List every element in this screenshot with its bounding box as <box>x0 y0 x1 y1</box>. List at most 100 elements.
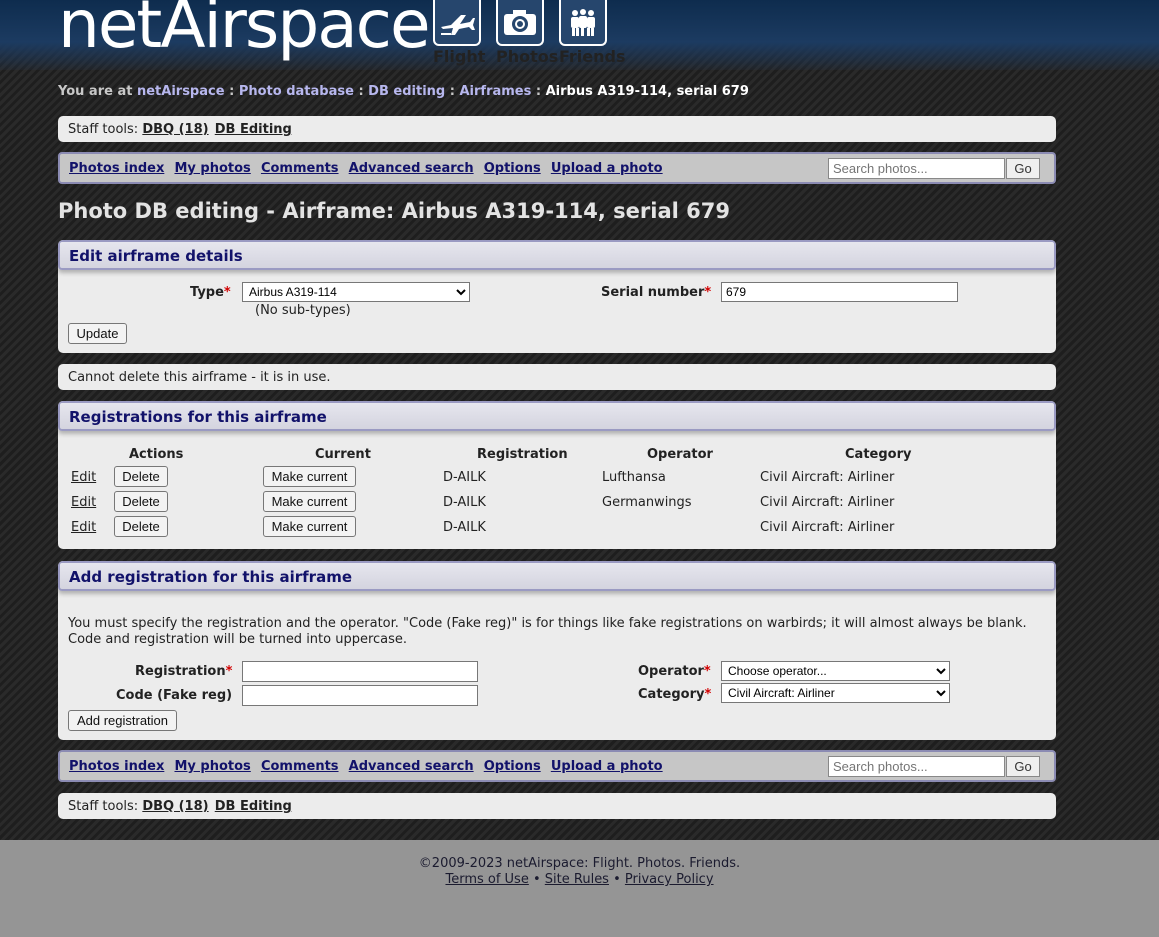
add-registration-heading: Add registration for this airframe <box>58 561 1056 591</box>
plane-icon <box>433 0 481 46</box>
serial-number-label: Serial number* <box>601 285 711 300</box>
code-fake-reg-label: Code (Fake reg) <box>116 688 233 703</box>
logo-flight-label: Flight <box>433 47 486 66</box>
add-registration-button[interactable]: Add registration <box>68 710 177 731</box>
breadcrumb-current: Airbus A319-114, serial 679 <box>545 84 749 99</box>
site-logo[interactable]: netAirspace <box>58 0 431 64</box>
col-category: Category <box>845 447 912 462</box>
type-select[interactable]: Airbus A319-114 <box>242 282 470 302</box>
operator-select[interactable]: Choose operator... <box>721 661 950 681</box>
nav-comments[interactable]: Comments <box>261 759 339 774</box>
category-label: Category* <box>638 687 711 702</box>
footer-terms-link[interactable]: Terms of Use <box>445 872 528 887</box>
serial-number-input[interactable] <box>721 282 958 302</box>
code-fake-reg-input[interactable] <box>242 685 478 706</box>
breadcrumb-sep: : <box>358 84 364 99</box>
category-select[interactable]: Civil Aircraft: Airliner <box>721 683 950 703</box>
edit-link[interactable]: Edit <box>71 520 96 535</box>
staff-db-editing-link[interactable]: DB Editing <box>215 122 292 137</box>
staff-dbq-link[interactable]: DBQ (18) <box>142 122 208 137</box>
staff-dbq-link[interactable]: DBQ (18) <box>142 799 208 814</box>
search-go-button[interactable]: Go <box>1006 158 1040 179</box>
logo-photos[interactable]: Photos <box>496 0 558 66</box>
add-help-line1: You must specify the registration and th… <box>68 616 1027 631</box>
registration-cell: D-AILK <box>443 470 486 485</box>
required-mark: * <box>223 285 231 300</box>
operator-label: Operator* <box>638 664 711 679</box>
people-icon <box>559 0 607 46</box>
delete-button[interactable]: Delete <box>114 516 168 537</box>
staff-db-editing-link[interactable]: DB Editing <box>215 799 292 814</box>
logo-flight[interactable]: Flight <box>433 0 485 66</box>
registration-input[interactable] <box>242 661 478 682</box>
operator-cell: Lufthansa <box>602 470 666 485</box>
footer-sep: • <box>613 872 621 887</box>
nav-photos-index[interactable]: Photos index <box>69 759 164 774</box>
breadcrumb-airframes[interactable]: Airframes <box>459 84 531 99</box>
nav-options[interactable]: Options <box>484 161 541 176</box>
logo-friends-label: Friends <box>559 47 626 66</box>
search-input[interactable] <box>828 756 1005 777</box>
breadcrumb-sep: : <box>449 84 455 99</box>
logo-friends[interactable]: Friends <box>559 0 626 66</box>
category-cell: Civil Aircraft: Airliner <box>760 495 895 510</box>
breadcrumb-sep: : <box>229 84 235 99</box>
delete-button[interactable]: Delete <box>114 466 168 487</box>
footer-site-rules-link[interactable]: Site Rules <box>545 872 609 887</box>
nav-my-photos[interactable]: My photos <box>174 759 250 774</box>
staff-tools-bar: Staff tools: DBQ (18) DB Editing <box>58 116 1056 142</box>
update-button[interactable]: Update <box>68 323 127 344</box>
required-mark: * <box>704 687 712 702</box>
make-current-button[interactable]: Make current <box>263 516 356 537</box>
breadcrumb: You are at netAirspace : Photo database … <box>58 84 749 99</box>
delete-button[interactable]: Delete <box>114 491 168 512</box>
camera-icon <box>496 0 544 46</box>
nav-my-photos[interactable]: My photos <box>174 161 250 176</box>
operator-cell: Germanwings <box>602 495 692 510</box>
footer-privacy-link[interactable]: Privacy Policy <box>625 872 714 887</box>
edit-airframe-heading: Edit airframe details <box>58 240 1056 270</box>
search-input[interactable] <box>828 158 1005 179</box>
required-mark: * <box>703 664 711 679</box>
make-current-button[interactable]: Make current <box>263 491 356 512</box>
page-title: Photo DB editing - Airframe: Airbus A319… <box>58 199 730 223</box>
footer: ©2009-2023 netAirspace: Flight. Photos. … <box>0 856 1159 888</box>
col-registration: Registration <box>477 447 568 462</box>
registrations-heading: Registrations for this airframe <box>58 401 1056 431</box>
registration-label: Registration* <box>135 664 232 679</box>
search-go-button[interactable]: Go <box>1006 756 1040 777</box>
staff-tools-label: Staff tools: <box>68 799 139 814</box>
breadcrumb-db-editing[interactable]: DB editing <box>368 84 445 99</box>
subtypes-note: (No sub-types) <box>255 303 351 318</box>
breadcrumb-prefix: You are at <box>58 84 133 99</box>
edit-link[interactable]: Edit <box>71 495 96 510</box>
operator-label-text: Operator <box>638 664 704 679</box>
nav-advanced-search[interactable]: Advanced search <box>349 759 474 774</box>
required-mark: * <box>225 664 233 679</box>
type-label-text: Type <box>190 285 224 300</box>
nav-upload-photo[interactable]: Upload a photo <box>551 161 663 176</box>
nav-options[interactable]: Options <box>484 759 541 774</box>
nav-bar-bottom: Photos index My photos Comments Advanced… <box>58 750 1056 782</box>
type-label: Type* <box>190 285 231 300</box>
delete-notice: Cannot delete this airframe - it is in u… <box>58 364 1056 390</box>
make-current-button[interactable]: Make current <box>263 466 356 487</box>
search-form: Go <box>828 158 1040 179</box>
edit-link[interactable]: Edit <box>71 470 96 485</box>
add-registration-panel: Add registration for this airframe You m… <box>58 561 1056 740</box>
registration-label-text: Registration <box>135 664 226 679</box>
col-operator: Operator <box>647 447 713 462</box>
nav-comments[interactable]: Comments <box>261 161 339 176</box>
breadcrumb-photo-database[interactable]: Photo database <box>239 84 354 99</box>
staff-tools-bar-bottom: Staff tools: DBQ (18) DB Editing <box>58 793 1056 819</box>
search-form: Go <box>828 756 1040 777</box>
logo-photos-label: Photos <box>496 47 559 66</box>
required-mark: * <box>704 285 712 300</box>
breadcrumb-netairspace[interactable]: netAirspace <box>137 84 225 99</box>
breadcrumb-sep: : <box>535 84 542 99</box>
category-cell: Civil Aircraft: Airliner <box>760 470 895 485</box>
nav-advanced-search[interactable]: Advanced search <box>349 161 474 176</box>
nav-photos-index[interactable]: Photos index <box>69 161 164 176</box>
footer-links: Terms of Use • Site Rules • Privacy Poli… <box>0 872 1159 888</box>
nav-upload-photo[interactable]: Upload a photo <box>551 759 663 774</box>
